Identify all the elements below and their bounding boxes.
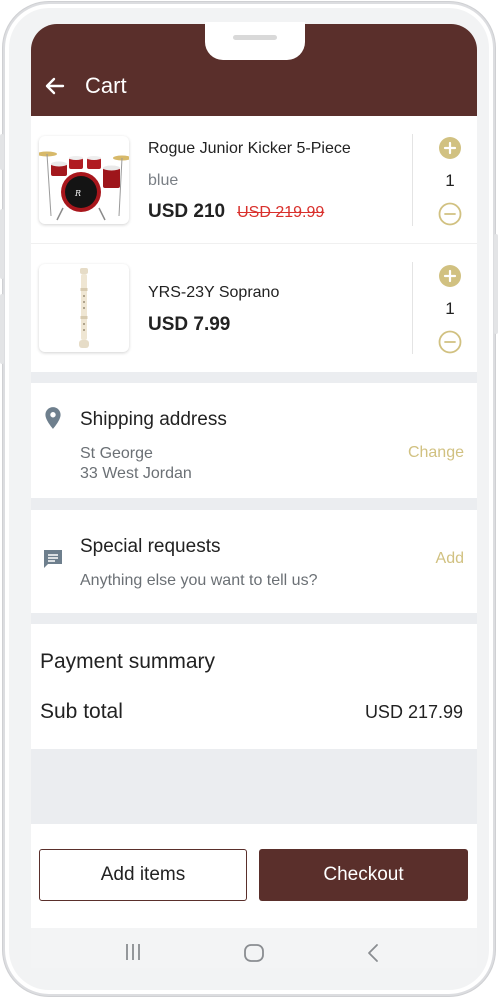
phone-speaker	[233, 35, 277, 40]
price-row: USD 7.99	[148, 314, 230, 336]
shipping-title: Shipping address	[80, 409, 227, 430]
checkout-button[interactable]: Checkout	[259, 849, 468, 901]
item-price: USD 210	[148, 201, 226, 222]
phone-side-button	[0, 134, 4, 170]
drum-kit-image[interactable]: R	[39, 136, 129, 224]
subtotal-value: USD 217.99	[364, 702, 463, 722]
plus-circle-icon[interactable]	[438, 136, 462, 160]
quantity-divider	[412, 262, 413, 354]
phone-side-button	[0, 294, 4, 364]
home-icon[interactable]	[243, 942, 265, 964]
quantity-divider	[412, 134, 413, 226]
minus-circle-icon[interactable]	[438, 330, 462, 354]
item-old-price: USD 219.99	[237, 204, 325, 221]
back-arrow-icon[interactable]	[43, 74, 67, 98]
special-requests-card: Special requests Anything else you want …	[31, 510, 477, 613]
special-requests-title: Special requests	[80, 536, 221, 557]
cart-item: YRS-23Y Soprano USD 7.99 1	[31, 244, 477, 372]
add-items-button[interactable]: Add items	[39, 849, 247, 901]
quantity-value: 1	[445, 171, 455, 190]
phone-power-button	[494, 234, 498, 334]
recorder-image[interactable]	[39, 264, 129, 352]
plus-circle-icon[interactable]	[438, 264, 462, 288]
phone-frame: Cart R Rogue Junior Kicker 5-Piece blue …	[0, 2, 498, 996]
quantity-value: 1	[445, 299, 455, 318]
recorder-illustration	[79, 268, 89, 348]
system-nav-bar	[31, 928, 477, 968]
item-name: Rogue Junior Kicker 5-Piece	[148, 140, 351, 157]
subtotal-label: Sub total	[40, 700, 123, 723]
item-name: YRS-23Y Soprano	[148, 284, 280, 301]
chat-icon	[44, 550, 62, 568]
price-row: USD 210 USD 219.99	[148, 201, 324, 223]
recent-apps-icon[interactable]	[123, 942, 143, 962]
bottom-action-bar: Add items Checkout	[31, 824, 477, 928]
item-variant: blue	[148, 172, 179, 189]
drum-kit-illustration: R	[39, 151, 129, 221]
special-requests-subtitle: Anything else you want to tell us?	[80, 572, 318, 589]
item-price: USD 7.99	[148, 314, 231, 335]
nav-back-icon[interactable]	[365, 942, 381, 964]
cart-items-card: R Rogue Junior Kicker 5-Piece blue USD 2…	[31, 116, 477, 372]
payment-summary-card: Payment summary Sub total USD 217.99	[31, 624, 477, 749]
payment-summary-title: Payment summary	[40, 650, 216, 673]
change-address-button[interactable]: Change	[408, 444, 464, 462]
screen: Cart R Rogue Junior Kicker 5-Piece blue …	[31, 24, 477, 968]
address-line-1: St George	[80, 445, 153, 462]
location-pin-icon	[45, 407, 61, 429]
address-line-2: 33 West Jordan	[80, 465, 192, 482]
add-request-button[interactable]: Add	[436, 550, 464, 568]
phone-side-button	[0, 209, 4, 279]
phone-notch	[205, 22, 305, 60]
shipping-address-card: Shipping address St George 33 West Jorda…	[31, 383, 477, 498]
cart-item: R Rogue Junior Kicker 5-Piece blue USD 2…	[31, 116, 477, 244]
svg-text:R: R	[74, 189, 81, 198]
page-title: Cart	[85, 73, 127, 98]
minus-circle-icon[interactable]	[438, 202, 462, 226]
